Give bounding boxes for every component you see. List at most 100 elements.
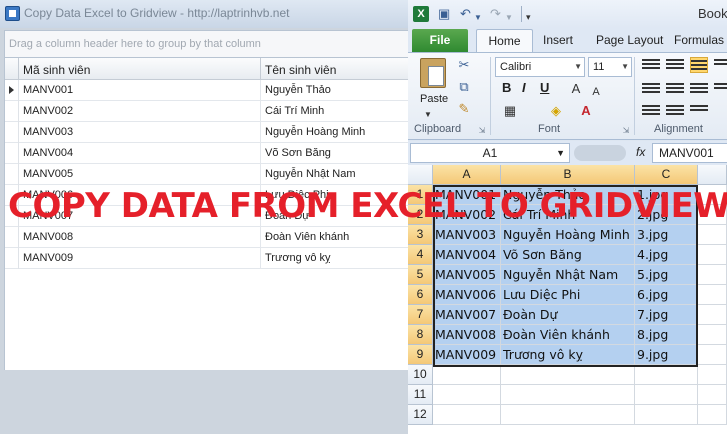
align-right-icon[interactable] — [690, 81, 708, 97]
copy-icon[interactable]: ⧉ — [456, 79, 472, 95]
row-header[interactable]: 9 — [408, 345, 433, 365]
grid-row[interactable]: MANV005 Nguyễn Nhật Nam — [5, 164, 411, 185]
decrease-indent-icon[interactable] — [642, 103, 660, 119]
bold-icon[interactable]: B — [502, 80, 511, 95]
sheet-cell-a[interactable]: MANV004 — [433, 245, 501, 265]
column-header-d[interactable] — [698, 165, 727, 185]
sheet-cell-b[interactable] — [501, 365, 635, 385]
row-header[interactable]: 4 — [408, 245, 433, 265]
customize-toolbar-icon[interactable]: ▾ — [526, 9, 531, 25]
cell-ten-sinh-vien[interactable]: Trương vô kỵ — [265, 252, 331, 264]
sheet-cell-c[interactable]: 5.jpg — [635, 265, 698, 285]
cell-ten-sinh-vien[interactable]: Nguyễn Hoàng Minh — [265, 126, 365, 138]
redo-dropdown-icon[interactable]: ▼ — [505, 10, 513, 26]
sheet-cell-c[interactable] — [635, 405, 698, 425]
group-by-panel[interactable]: Drag a column header here to group by th… — [4, 30, 410, 58]
sheet-cell-c[interactable]: 3.jpg — [635, 225, 698, 245]
sheet-cell-a[interactable] — [433, 405, 501, 425]
row-indicator[interactable] — [5, 80, 19, 101]
sheet-cell-c[interactable]: 8.jpg — [635, 325, 698, 345]
sheet-cell-d[interactable] — [698, 345, 727, 365]
tab-insert[interactable]: Insert — [543, 33, 573, 47]
cell-ten-sinh-vien[interactable]: Võ Sơn Băng — [265, 147, 331, 159]
sheet-cell-a[interactable]: MANV003 — [433, 225, 501, 245]
row-header[interactable]: 10 — [408, 365, 433, 385]
insert-function-icon[interactable]: fx — [636, 145, 645, 159]
row-header[interactable]: 12 — [408, 405, 433, 425]
sheet-cell-d[interactable] — [698, 225, 727, 245]
font-size-dropdown-icon[interactable]: ▼ — [621, 58, 629, 76]
cell-ma-sinh-vien[interactable]: MANV004 — [23, 147, 73, 159]
cell-ma-sinh-vien[interactable]: MANV002 — [23, 105, 73, 117]
sheet-cell-b[interactable]: Nguyễn Hoàng Minh — [501, 225, 635, 245]
border-icon[interactable]: ▦ — [502, 103, 518, 119]
redo-icon[interactable]: ↷ — [490, 6, 501, 22]
row-header[interactable]: 11 — [408, 385, 433, 405]
sheet-cell-c[interactable]: 9.jpg — [635, 345, 698, 365]
cell-ma-sinh-vien[interactable]: MANV001 — [23, 84, 73, 96]
increase-indent-icon[interactable] — [666, 103, 684, 119]
column-divider[interactable] — [260, 58, 261, 80]
sheet-cell-a[interactable]: MANV007 — [433, 305, 501, 325]
sheet-cell-d[interactable] — [698, 305, 727, 325]
name-box[interactable]: A1 ▼ — [410, 143, 570, 163]
sheet-cell-b[interactable]: Đoàn Dự — [501, 305, 635, 325]
font-launcher-icon[interactable]: ⇲ — [618, 123, 634, 139]
row-header[interactable]: 6 — [408, 285, 433, 305]
cell-ten-sinh-vien[interactable]: Đoàn Viên khánh — [265, 231, 349, 243]
tab-page-layout[interactable]: Page Layout — [596, 33, 663, 47]
paste-icon[interactable] — [420, 58, 446, 88]
sheet-cell-a[interactable] — [433, 385, 501, 405]
row-indicator[interactable] — [5, 227, 19, 248]
tab-formulas[interactable]: Formulas — [674, 33, 724, 47]
increase-font-icon[interactable]: A — [568, 81, 584, 97]
sheet-cell-a[interactable] — [433, 365, 501, 385]
cell-ten-sinh-vien[interactable]: Cái Trí Minh — [265, 105, 324, 117]
wrap-text-icon[interactable] — [714, 81, 727, 97]
column-header-ma-sinh-vien[interactable]: Mã sinh viên — [23, 63, 90, 77]
grid-row[interactable]: MANV002 Cái Trí Minh — [5, 101, 411, 122]
cell-ten-sinh-vien[interactable]: Nguyễn Nhật Nam — [265, 168, 356, 180]
paste-dropdown-icon[interactable]: ▼ — [420, 107, 436, 123]
font-name-select[interactable]: Calibri ▼ — [495, 57, 585, 77]
sheet-cell-c[interactable] — [635, 365, 698, 385]
select-all-corner[interactable] — [408, 165, 433, 185]
sheet-cell-a[interactable]: MANV009 — [433, 345, 501, 365]
merge-center-icon[interactable] — [690, 103, 708, 119]
sheet-cell-b[interactable]: Đoàn Viên khánh — [501, 325, 635, 345]
sheet-cell-b[interactable]: Lưu Diệc Phi — [501, 285, 635, 305]
font-size-select[interactable]: 11 ▼ — [588, 57, 632, 77]
align-middle-icon[interactable] — [666, 57, 684, 73]
sheet-cell-b[interactable]: Trương vô kỵ — [501, 345, 635, 365]
name-box-dropdown-icon[interactable]: ▼ — [556, 144, 565, 162]
tab-file[interactable]: File — [412, 29, 468, 52]
row-header[interactable]: 5 — [408, 265, 433, 285]
sheet-cell-b[interactable]: Võ Sơn Băng — [501, 245, 635, 265]
row-indicator[interactable] — [5, 248, 19, 269]
font-name-dropdown-icon[interactable]: ▼ — [574, 58, 582, 76]
align-left-icon[interactable] — [642, 81, 660, 97]
save-icon[interactable]: ▣ — [438, 6, 450, 22]
excel-logo-icon[interactable]: X — [413, 6, 429, 22]
formula-bar-resize-handle[interactable] — [574, 145, 626, 161]
align-center-icon[interactable] — [666, 81, 684, 97]
column-header-ten-sinh-vien[interactable]: Tên sinh viên — [265, 63, 336, 77]
sheet-cell-b[interactable]: Nguyễn Nhật Nam — [501, 265, 635, 285]
cell-ten-sinh-vien[interactable]: Nguyễn Thảo — [265, 84, 331, 96]
orientation-icon[interactable] — [714, 57, 727, 73]
column-header-c[interactable]: C — [635, 165, 698, 185]
formula-input[interactable]: MANV001 — [652, 143, 727, 163]
grid-row[interactable]: MANV008 Đoàn Viên khánh — [5, 227, 411, 248]
cut-icon[interactable]: ✂ — [456, 57, 472, 73]
column-header-b[interactable]: B — [501, 165, 635, 185]
sheet-cell-d[interactable] — [698, 245, 727, 265]
paste-button[interactable]: Paste — [420, 93, 448, 105]
cell-ma-sinh-vien[interactable]: MANV009 — [23, 252, 73, 264]
sheet-cell-a[interactable]: MANV006 — [433, 285, 501, 305]
cell-ma-sinh-vien[interactable]: MANV008 — [23, 231, 73, 243]
grid-row[interactable]: MANV009 Trương vô kỵ — [5, 248, 411, 269]
format-painter-icon[interactable]: ✎ — [456, 101, 472, 117]
row-header[interactable]: 3 — [408, 225, 433, 245]
cell-ma-sinh-vien[interactable]: MANV003 — [23, 126, 73, 138]
sheet-cell-a[interactable]: MANV005 — [433, 265, 501, 285]
